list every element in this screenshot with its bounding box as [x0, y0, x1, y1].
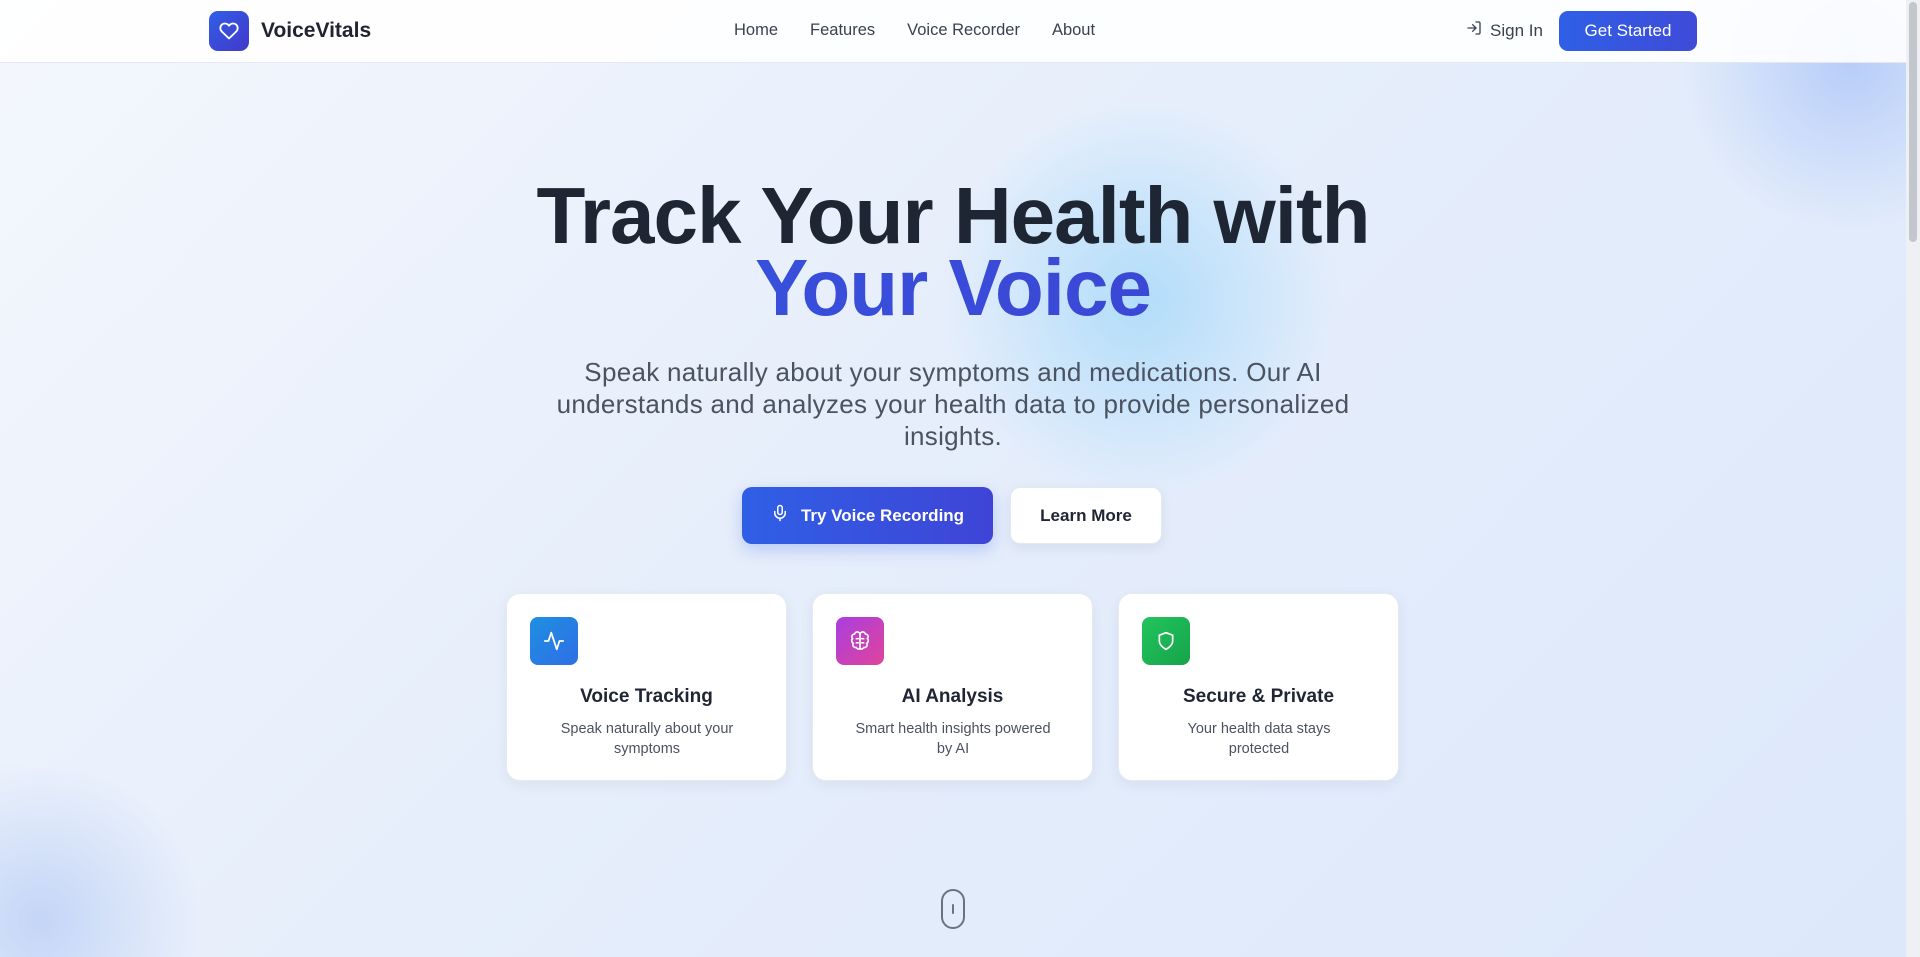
brand[interactable]: VoiceVitals [209, 11, 371, 51]
main-nav: Home Features Voice Recorder About [734, 21, 1127, 40]
hero-subtitle: Speak naturally about your symptoms and … [556, 357, 1350, 451]
scroll-dot [952, 904, 954, 914]
nav-voice-recorder[interactable]: Voice Recorder [907, 21, 1020, 40]
nav-about[interactable]: About [1052, 21, 1095, 40]
nav-home[interactable]: Home [734, 21, 778, 40]
hero-title-accent: Your Voice [0, 248, 1906, 328]
microphone-icon [771, 504, 789, 527]
shield-icon [1142, 617, 1190, 665]
feature-title: AI Analysis [901, 686, 1004, 707]
log-in-icon [1466, 20, 1482, 41]
feature-description: Speak naturally about your symptoms [560, 721, 734, 757]
feature-title: Secure & Private [1182, 686, 1335, 707]
get-started-button[interactable]: Get Started [1559, 11, 1697, 51]
try-voice-recording-button[interactable]: Try Voice Recording [742, 487, 993, 544]
feature-card-ai-analysis: AI Analysis Smart health insights powere… [812, 593, 1093, 781]
nav-features[interactable]: Features [810, 21, 875, 40]
feature-description: Your health data stays protected [1187, 721, 1331, 757]
feature-card-voice-tracking: Voice Tracking Speak naturally about you… [506, 593, 787, 781]
heart-icon [209, 11, 249, 51]
feature-description: Smart health insights powered by AI [855, 721, 1051, 757]
brain-icon [836, 617, 884, 665]
brand-name: VoiceVitals [261, 19, 372, 42]
hero-title: Track Your Health with Your Voice [0, 176, 1906, 328]
try-voice-recording-label: Try Voice Recording [800, 505, 965, 525]
feature-card-secure-private: Secure & Private Your health data stays … [1118, 593, 1399, 781]
feature-title: Voice Tracking [580, 686, 713, 707]
activity-icon [530, 617, 578, 665]
sign-in-link[interactable]: Sign In [1466, 20, 1543, 41]
sign-in-label: Sign In [1490, 20, 1543, 40]
top-navbar: VoiceVitals Home Features Voice Recorder… [0, 0, 1906, 63]
learn-more-button[interactable]: Learn More [1010, 487, 1162, 544]
scrollbar-thumb[interactable] [1909, 2, 1917, 242]
page-scrollbar[interactable] [1906, 0, 1920, 957]
scroll-down-indicator[interactable] [941, 889, 965, 929]
